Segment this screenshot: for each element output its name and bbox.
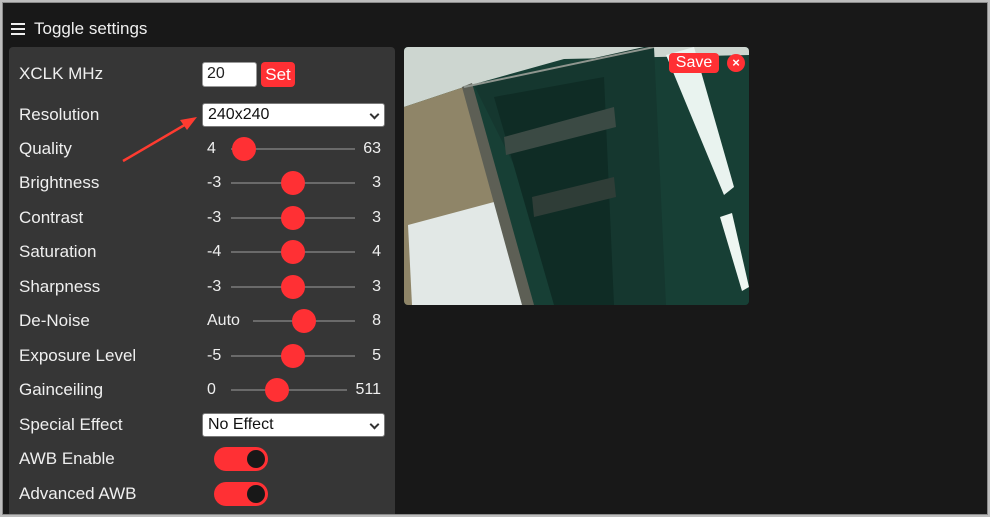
toggle-settings-header[interactable]: Toggle settings <box>11 15 147 43</box>
gainceiling-max: 511 <box>355 381 381 398</box>
denoise-label: De-Noise <box>19 311 90 330</box>
advanced-awb-toggle[interactable] <box>214 482 268 506</box>
hamburger-menu-icon[interactable] <box>11 23 25 35</box>
quality-min: 4 <box>207 140 216 157</box>
contrast-max: 3 <box>372 209 381 226</box>
gainceiling-label: Gainceiling <box>19 380 104 399</box>
app-window: Toggle settings XCLK MHz Set Resolution … <box>2 2 988 515</box>
gainceiling-row: Gainceiling 0 511 <box>9 373 395 407</box>
save-button[interactable]: Save <box>669 53 719 73</box>
xclk-set-button[interactable]: Set <box>261 61 295 87</box>
contrast-row: Contrast -3 3 <box>9 201 395 235</box>
toggle-knob <box>247 450 265 468</box>
contrast-min: -3 <box>207 209 222 226</box>
exposure-level-slider-thumb[interactable] <box>281 344 305 368</box>
camera-stream-image <box>404 47 749 305</box>
quality-slider-thumb[interactable] <box>231 137 256 161</box>
brightness-max: 3 <box>372 174 381 191</box>
resolution-select[interactable]: 240x240 <box>202 103 385 127</box>
exposure-level-row: Exposure Level -5 5 <box>9 339 395 373</box>
exposure-level-min: -5 <box>207 347 222 364</box>
exposure-level-label: Exposure Level <box>19 346 137 365</box>
quality-max: 63 <box>363 140 381 157</box>
sharpness-slider-thumb[interactable] <box>281 275 305 299</box>
advanced-awb-row: Advanced AWB <box>9 477 395 511</box>
xclk-row: XCLK MHz Set <box>9 57 395 91</box>
denoise-row: De-Noise Auto 8 <box>9 304 395 338</box>
chevron-down-icon <box>369 419 380 430</box>
brightness-min: -3 <box>207 174 222 191</box>
exposure-level-max: 5 <box>372 347 381 364</box>
advanced-awb-label: Advanced AWB <box>19 484 137 503</box>
sharpness-min: -3 <box>207 278 222 295</box>
saturation-slider-thumb[interactable] <box>281 240 305 264</box>
awb-enable-row: AWB Enable <box>9 442 395 476</box>
sharpness-row: Sharpness -3 3 <box>9 270 395 304</box>
gainceiling-slider-thumb[interactable] <box>265 378 290 402</box>
xclk-label: XCLK MHz <box>19 64 104 83</box>
awb-enable-label: AWB Enable <box>19 449 115 468</box>
contrast-label: Contrast <box>19 208 84 227</box>
denoise-min: Auto <box>207 312 240 329</box>
awb-enable-toggle[interactable] <box>214 447 268 471</box>
saturation-row: Saturation -4 4 <box>9 235 395 269</box>
saturation-max: 4 <box>372 243 381 260</box>
close-stream-icon[interactable]: × <box>727 54 745 72</box>
camera-frame-picture <box>404 47 749 305</box>
gainceiling-min: 0 <box>207 381 216 398</box>
quality-label: Quality <box>19 139 72 158</box>
sharpness-max: 3 <box>372 278 381 295</box>
special-effect-row: Special Effect No Effect <box>9 408 395 442</box>
resolution-label: Resolution <box>19 105 100 124</box>
special-effect-label: Special Effect <box>19 415 123 434</box>
denoise-slider-thumb[interactable] <box>292 309 316 333</box>
brightness-label: Brightness <box>19 173 100 192</box>
header-title: Toggle settings <box>34 19 148 38</box>
saturation-label: Saturation <box>19 242 97 261</box>
quality-row: Quality 4 63 <box>9 132 395 166</box>
toggle-knob <box>247 485 265 503</box>
xclk-input[interactable] <box>202 61 257 87</box>
denoise-max: 8 <box>372 312 381 329</box>
sharpness-label: Sharpness <box>19 277 101 296</box>
contrast-slider-thumb[interactable] <box>281 206 305 230</box>
special-effect-selected-value: No Effect <box>208 416 274 433</box>
brightness-row: Brightness -3 3 <box>9 166 395 200</box>
settings-panel: XCLK MHz Set Resolution 240x240 Quality … <box>9 47 395 514</box>
resolution-row: Resolution 240x240 <box>9 98 395 132</box>
brightness-slider-thumb[interactable] <box>281 171 305 195</box>
saturation-min: -4 <box>207 243 222 260</box>
chevron-down-icon <box>369 109 380 120</box>
resolution-selected-value: 240x240 <box>208 106 270 123</box>
special-effect-select[interactable]: No Effect <box>202 413 385 437</box>
